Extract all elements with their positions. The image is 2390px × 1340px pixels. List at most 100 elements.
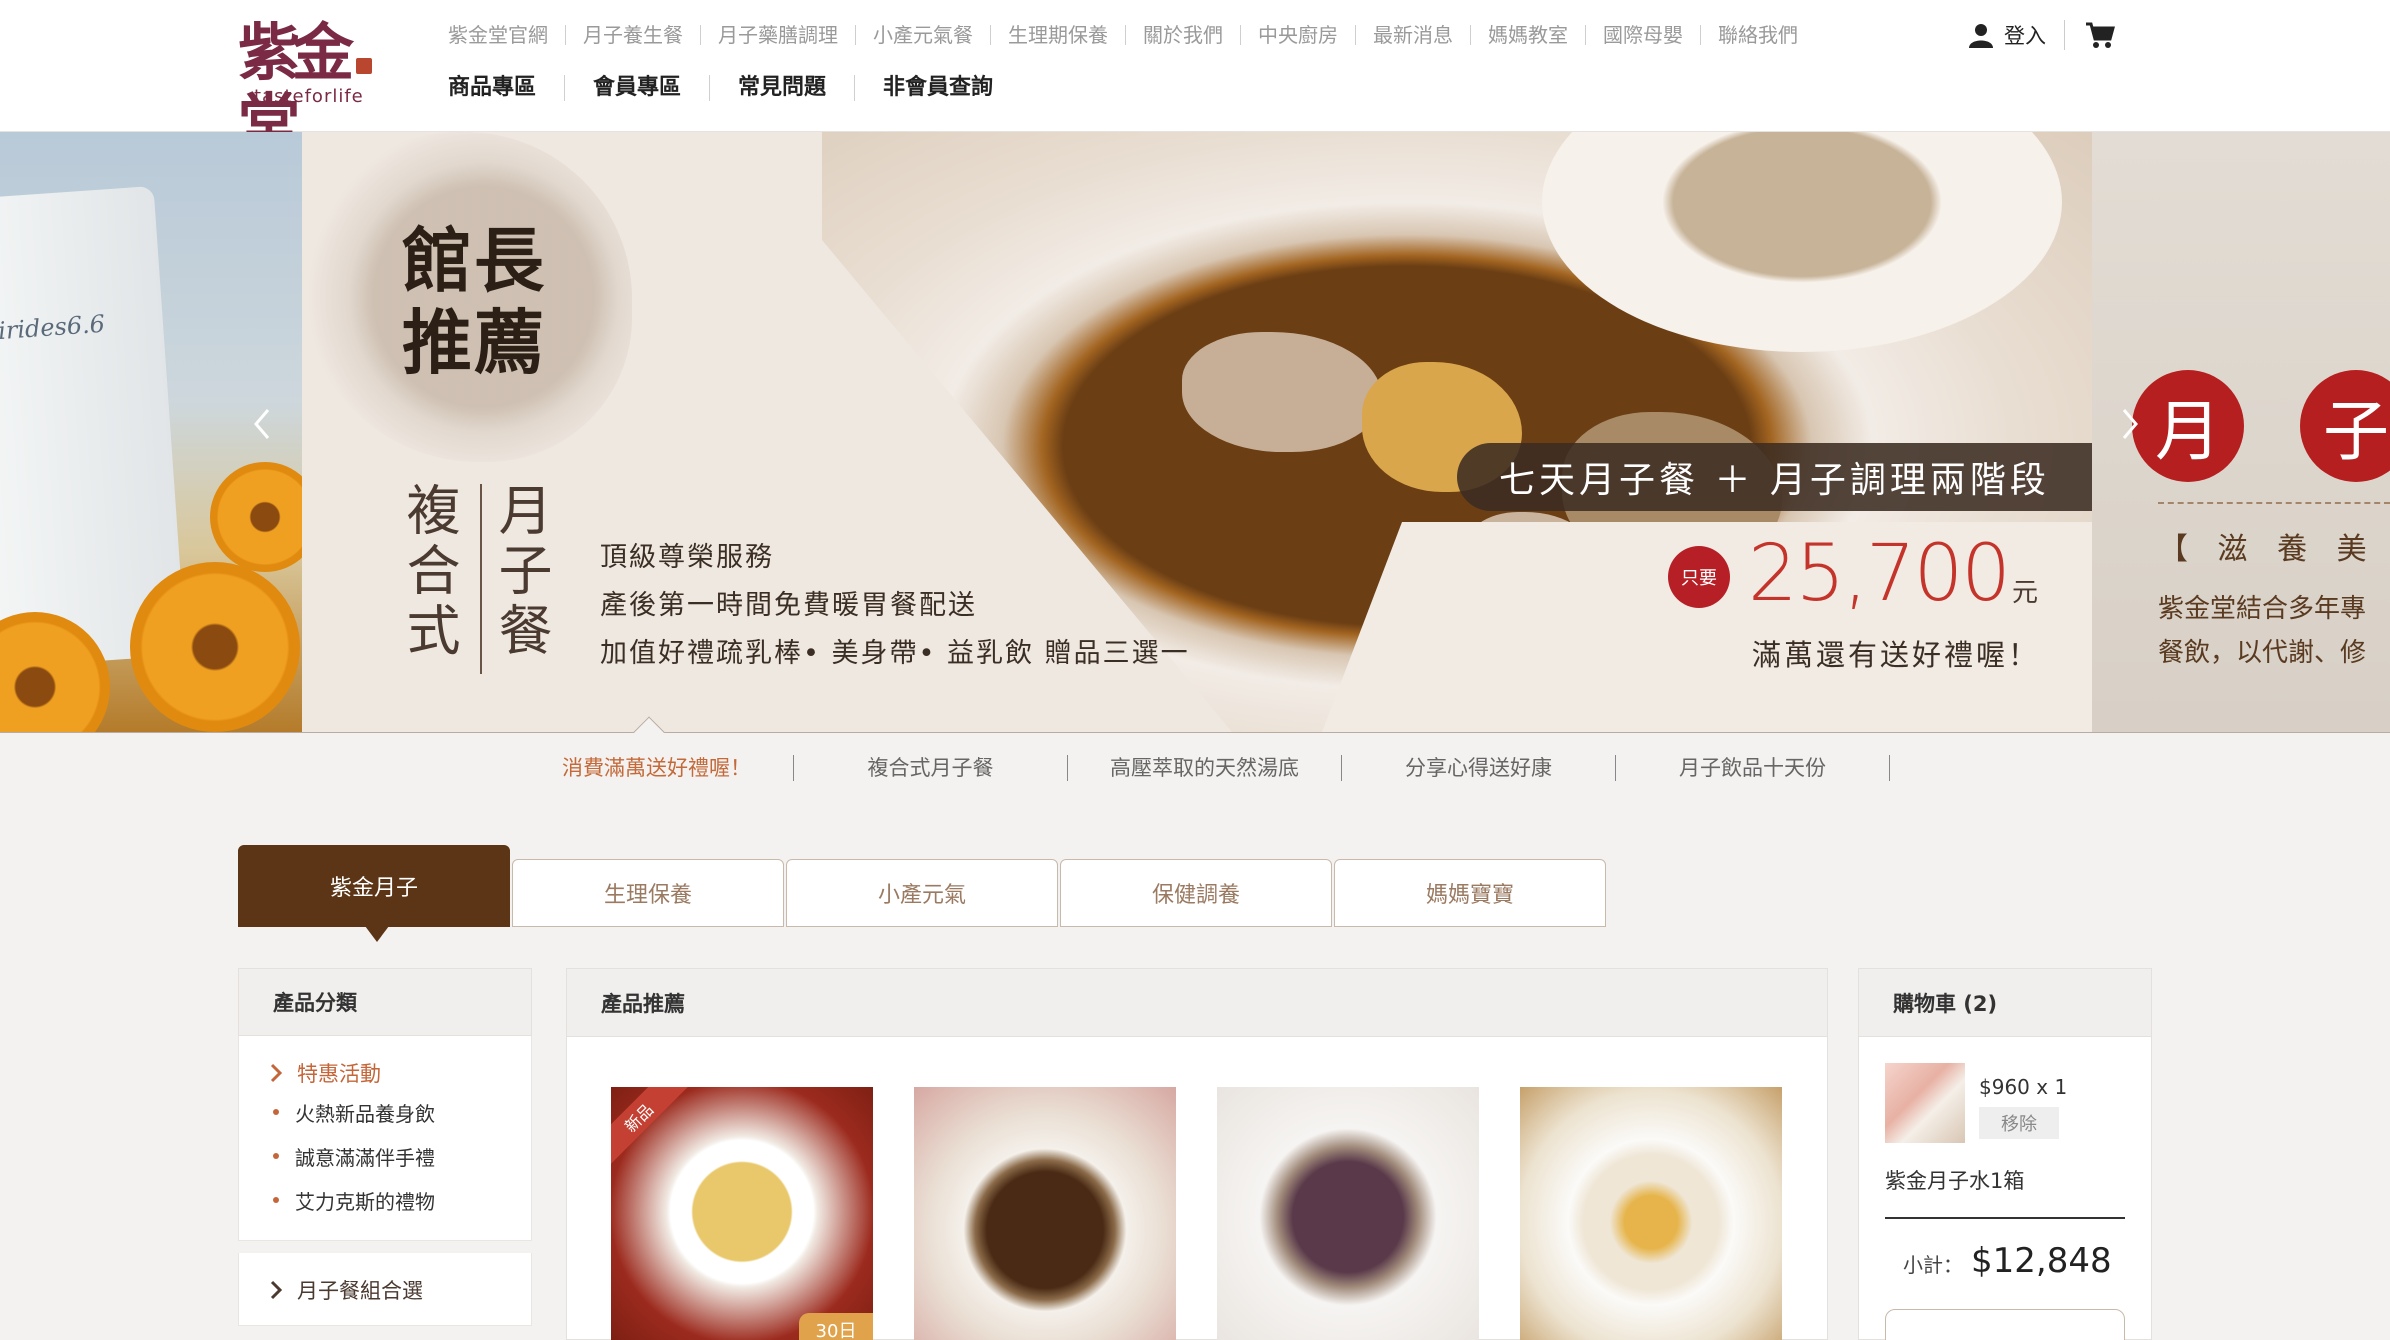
chevron-right-icon	[2122, 409, 2138, 439]
cart-item-price-qty: $960 x 1	[1979, 1075, 2068, 1099]
user-icon	[1969, 24, 1993, 48]
category-group-title[interactable]: 月子餐組合選	[269, 1273, 531, 1307]
login-button[interactable]: 登入	[1968, 20, 2065, 50]
top-nav-link[interactable]: 關於我們	[1125, 25, 1240, 45]
tab-mother-baby[interactable]: 媽媽寶寶	[1334, 859, 1606, 927]
subtotal-amount: $12,848	[1971, 1241, 2112, 1281]
top-nav-link[interactable]: 聯絡我們	[1700, 25, 1815, 45]
vertical-title: 月子餐	[489, 482, 552, 662]
top-nav-link[interactable]: 月子藥膳調理	[700, 25, 855, 45]
cart-item-name[interactable]: 紫金月子水1箱	[1885, 1165, 2024, 1195]
cart-panel: 購物車 (2) $960 x 1 移除 紫金月子水1箱 小計： $12,848	[1858, 968, 2152, 1340]
tab-menstrual-care[interactable]: 生理保養	[512, 859, 784, 927]
product-card[interactable]: 新品 30日	[611, 1087, 873, 1340]
vertical-subtitle: 複合式	[397, 482, 460, 662]
product-panel-title: 產品推薦	[567, 969, 1827, 1037]
current-slide[interactable]: 館長 推薦 月子餐 複合式 頂級尊榮服務 產後第一時間免費暖胃餐配送 加值好禮疏…	[302, 132, 2092, 732]
main-nav-products[interactable]: 商品專區	[448, 75, 564, 101]
top-nav: 紫金堂官網 月子養生餐 月子藥膳調理 小產元氣餐 生理期保養 關於我們 中央廚房…	[448, 20, 1815, 50]
slide-nav-item[interactable]: 消費滿萬送好禮喔！	[520, 755, 794, 781]
slide-nav: 消費滿萬送好禮喔！ 複合式月子餐 高壓萃取的天然湯底 分享心得送好康 月子飲品十…	[0, 716, 2390, 802]
slide-point: 頂級尊榮服務	[600, 542, 774, 573]
main-nav-members[interactable]: 會員專區	[564, 75, 709, 101]
new-badge: 新品	[611, 1087, 694, 1173]
peek-text: 紫金堂結合多年專	[2158, 594, 2367, 624]
slide-headline: 館長 推薦	[402, 220, 546, 384]
main-nav: 商品專區 會員專區 常見問題 非會員查詢	[448, 70, 1021, 106]
days-badge: 30日	[799, 1313, 873, 1340]
category-item[interactable]: 誠意滿滿伴手禮	[269, 1134, 531, 1178]
category-panel: 產品分類 特惠活動 火熱新品養身飲 誠意滿滿伴手禮 艾力克斯的禮物 月子餐組合選	[238, 968, 532, 1340]
headline-line: 推薦	[402, 301, 546, 384]
category-group: 月子餐組合選	[238, 1253, 532, 1326]
tab-miscarriage-recovery[interactable]: 小產元氣	[786, 859, 1058, 927]
user-box: 登入	[1968, 18, 2115, 52]
category-group-label: 特惠活動	[297, 1062, 381, 1086]
category-group-label: 月子餐組合選	[297, 1279, 423, 1303]
slide-nav-item[interactable]: 高壓萃取的天然湯底	[1068, 755, 1342, 781]
top-nav-link[interactable]: 小產元氣餐	[855, 25, 990, 45]
carousel-prev-arrow[interactable]	[240, 394, 284, 454]
logo-text: tasteforlife	[254, 86, 364, 107]
product-card[interactable]	[914, 1087, 1176, 1340]
remove-item-button[interactable]: 移除	[1979, 1107, 2059, 1139]
cart-panel-title: 購物車 (2)	[1859, 969, 2151, 1037]
main-nav-faq[interactable]: 常見問題	[709, 75, 854, 101]
slide-point: 加值好禮疏乳棒• 美身帶• 益乳飲 贈品三選一	[600, 638, 1190, 669]
promo-ribbon: 七天月子餐 ＋ 月子調理兩階段	[1457, 443, 2092, 511]
logo[interactable]: 紫金堂 tasteforlife	[238, 18, 378, 158]
top-nav-link[interactable]: 月子養生餐	[565, 25, 700, 45]
site-header: 紫金堂 tasteforlife 紫金堂官網 月子養生餐 月子藥膳調理 小產元氣…	[0, 0, 2390, 158]
badge: 子	[2300, 370, 2390, 482]
top-nav-link[interactable]: 生理期保養	[990, 25, 1125, 45]
slide-nav-item[interactable]: 分享心得送好康	[1342, 755, 1616, 781]
top-nav-link[interactable]: 紫金堂官網	[448, 25, 565, 45]
slide-nav-items: 消費滿萬送好禮喔！ 複合式月子餐 高壓萃取的天然湯底 分享心得送好康 月子飲品十…	[520, 755, 1890, 781]
promo-price: 25,700	[1748, 529, 2011, 619]
slide-nav-item[interactable]: 月子飲品十天份	[1616, 755, 1890, 781]
subtotal-label: 小計：	[1903, 1253, 1963, 1277]
cart-icon[interactable]	[2085, 21, 2115, 49]
cart-divider	[1885, 1217, 2125, 1219]
main-nav-guest-lookup[interactable]: 非會員查詢	[854, 75, 1021, 101]
cart-item-thumbnail[interactable]	[1885, 1063, 1965, 1143]
category-item[interactable]: 艾力克斯的禮物	[269, 1178, 531, 1222]
chevron-right-icon	[270, 1063, 283, 1083]
product-grid: 新品 30日	[611, 1087, 1823, 1340]
logo-seal	[356, 58, 372, 74]
category-group-title[interactable]: 特惠活動	[269, 1056, 531, 1090]
tube-brand-text: ntirides6.6	[0, 309, 106, 347]
product-card[interactable]	[1520, 1087, 1782, 1340]
chevron-right-icon	[270, 1280, 283, 1300]
category-group: 特惠活動 火熱新品養身飲 誠意滿滿伴手禮 艾力克斯的禮物	[238, 1036, 532, 1241]
peek-title: 【 滋 養 美 味	[2158, 532, 2390, 567]
slide-nav-item[interactable]: 複合式月子餐	[794, 755, 1068, 781]
category-tabs: 紫金月子 生理保養 小產元氣 保健調養 媽媽寶寶	[238, 845, 1608, 942]
headline-line: 館長	[402, 219, 546, 302]
hero-carousel: ntirides6.6 館長 推薦 月子餐 複合式 頂級尊榮服務 產後第一時間免…	[0, 132, 2390, 732]
top-nav-link[interactable]: 中央廚房	[1240, 25, 1355, 45]
tab-health-care[interactable]: 保健調養	[1060, 859, 1332, 927]
chevron-left-icon	[254, 409, 270, 439]
dashed-divider	[2158, 502, 2390, 504]
slide-points: 頂級尊榮服務 產後第一時間免費暖胃餐配送 加值好禮疏乳棒• 美身帶• 益乳飲 贈…	[600, 534, 1190, 678]
only-badge: 只要	[1668, 546, 1730, 608]
currency-label: 元	[2012, 578, 2039, 608]
top-nav-link[interactable]: 最新消息	[1355, 25, 1470, 45]
login-label: 登入	[2004, 24, 2046, 48]
category-item[interactable]: 火熱新品養身飲	[269, 1090, 531, 1134]
category-panel-title: 產品分類	[238, 968, 532, 1036]
vertical-divider	[480, 484, 482, 674]
peek-text: 餐飲，以代謝、修	[2158, 638, 2367, 668]
slide-point: 產後第一時間免費暖胃餐配送	[600, 590, 977, 621]
top-nav-link[interactable]: 媽媽教室	[1470, 25, 1585, 45]
tab-postpartum[interactable]: 紫金月子	[238, 845, 510, 942]
top-nav-link[interactable]: 國際母嬰	[1585, 25, 1700, 45]
product-card[interactable]	[1217, 1087, 1479, 1340]
product-panel: 產品推薦 新品 30日	[566, 968, 1828, 1340]
carousel-next-arrow[interactable]	[2108, 394, 2152, 454]
checkout-button[interactable]	[1885, 1309, 2125, 1340]
flower-image	[130, 562, 300, 732]
cart-subtotal: 小計： $12,848	[1903, 1241, 2112, 1281]
